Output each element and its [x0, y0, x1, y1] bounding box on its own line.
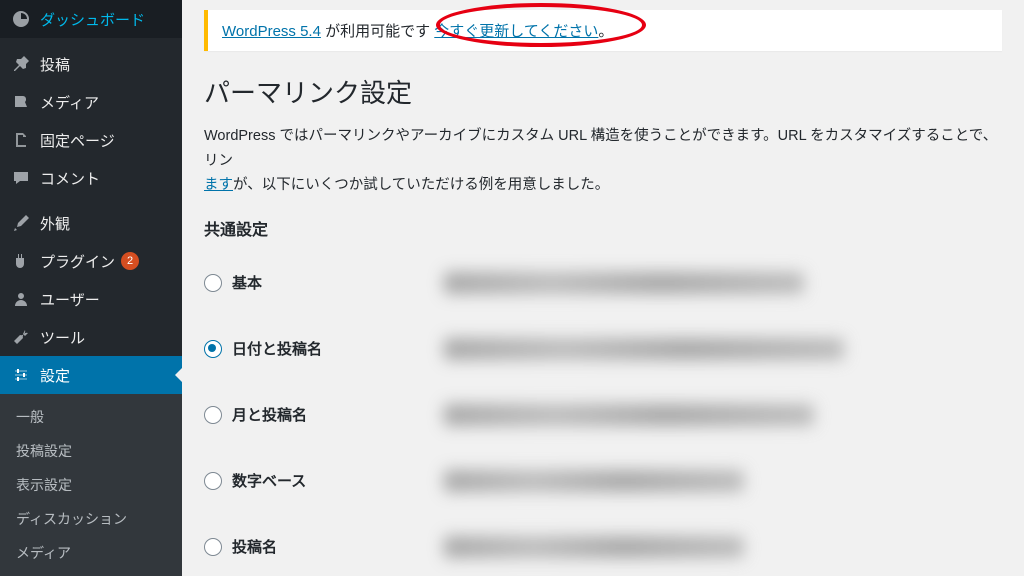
- plugin-icon: [10, 250, 32, 272]
- sidebar-item-media[interactable]: メディア: [0, 83, 182, 121]
- radio-day-name[interactable]: [204, 340, 222, 358]
- brush-icon: [10, 212, 32, 234]
- wrench-icon: [10, 326, 32, 348]
- url-sample-blurred: [444, 338, 844, 360]
- update-notice: WordPress 5.4 が利用可能です 今すぐ更新してください。: [204, 10, 1002, 51]
- wp-version-link[interactable]: WordPress 5.4: [222, 23, 321, 40]
- sidebar-item-label: 設定: [40, 365, 70, 386]
- notice-text-2: 。: [598, 23, 613, 40]
- submenu-media[interactable]: メディア: [0, 536, 182, 570]
- option-label: 投稿名: [232, 536, 277, 557]
- sidebar-item-settings[interactable]: 設定: [0, 356, 182, 394]
- sidebar-item-label: ユーザー: [40, 289, 100, 310]
- sidebar-item-label: 投稿: [40, 54, 70, 75]
- pin-icon: [10, 53, 32, 75]
- update-now-link[interactable]: 今すぐ更新してください: [434, 23, 598, 40]
- option-label: 数字ベース: [232, 470, 306, 491]
- media-icon: [10, 91, 32, 113]
- option-row-plain: 基本: [204, 250, 1002, 316]
- url-sample-blurred: [444, 536, 744, 558]
- sidebar-item-plugins[interactable]: プラグイン 2: [0, 242, 182, 280]
- sidebar-item-label: 外観: [40, 213, 70, 234]
- option-row-postname: 投稿名: [204, 514, 1002, 576]
- sidebar-item-pages[interactable]: 固定ページ: [0, 121, 182, 159]
- sidebar-item-posts[interactable]: 投稿: [0, 45, 182, 83]
- settings-icon: [10, 364, 32, 386]
- radio-postname[interactable]: [204, 538, 222, 556]
- page-description: WordPress ではパーマリンクやアーカイブにカスタム URL 構造を使うこ…: [204, 124, 1002, 198]
- sidebar-item-appearance[interactable]: 外観: [0, 204, 182, 242]
- main-content: WordPress 5.4 が利用可能です 今すぐ更新してください。 パーマリン…: [182, 0, 1024, 576]
- option-row-day-name: 日付と投稿名: [204, 316, 1002, 382]
- admin-sidebar: ダッシュボード 投稿 メディア 固定ページ コメント 外観: [0, 0, 182, 576]
- submenu-discussion[interactable]: ディスカッション: [0, 502, 182, 536]
- page-icon: [10, 129, 32, 151]
- radio-month-name[interactable]: [204, 406, 222, 424]
- submenu-general[interactable]: 一般: [0, 400, 182, 434]
- url-sample-blurred: [444, 272, 804, 294]
- option-row-numeric: 数字ベース: [204, 448, 1002, 514]
- sidebar-item-label: メディア: [40, 92, 99, 113]
- url-sample-blurred: [444, 404, 814, 426]
- option-label: 日付と投稿名: [232, 338, 322, 359]
- sidebar-item-label: 固定ページ: [40, 130, 115, 151]
- submenu-reading[interactable]: 表示設定: [0, 468, 182, 502]
- page-title: パーマリンク設定: [204, 73, 1002, 110]
- sidebar-item-comments[interactable]: コメント: [0, 159, 182, 197]
- option-label: 月と投稿名: [232, 404, 307, 425]
- comment-icon: [10, 167, 32, 189]
- sidebar-item-users[interactable]: ユーザー: [0, 280, 182, 318]
- sidebar-item-label: コメント: [40, 168, 100, 189]
- url-sample-blurred: [444, 470, 744, 492]
- sidebar-item-tools[interactable]: ツール: [0, 318, 182, 356]
- option-label: 基本: [232, 272, 262, 293]
- section-heading: 共通設定: [204, 216, 1002, 240]
- plugin-update-badge: 2: [121, 252, 139, 270]
- dashboard-icon: [10, 8, 32, 30]
- option-row-month-name: 月と投稿名: [204, 382, 1002, 448]
- desc-text-2: が、以下にいくつか試していただける例を用意しました。: [233, 177, 609, 193]
- settings-submenu: 一般 投稿設定 表示設定 ディスカッション メディア: [0, 394, 182, 576]
- notice-text-1: が利用可能です: [321, 23, 434, 40]
- desc-text-1: WordPress ではパーマリンクやアーカイブにカスタム URL 構造を使うこ…: [204, 128, 997, 169]
- user-icon: [10, 288, 32, 310]
- radio-numeric[interactable]: [204, 472, 222, 490]
- submenu-writing[interactable]: 投稿設定: [0, 434, 182, 468]
- sidebar-item-dashboard[interactable]: ダッシュボード: [0, 0, 182, 38]
- radio-plain[interactable]: [204, 274, 222, 292]
- desc-link[interactable]: ます: [204, 177, 233, 193]
- sidebar-item-label: プラグイン: [40, 251, 115, 272]
- sidebar-item-label: ツール: [40, 327, 85, 348]
- sidebar-item-label: ダッシュボード: [40, 9, 145, 30]
